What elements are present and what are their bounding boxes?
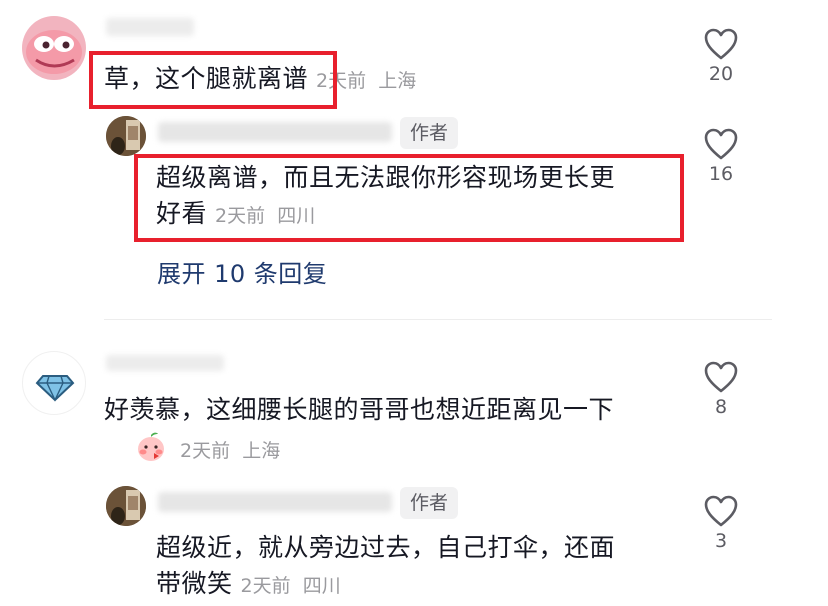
- like-count: 3: [714, 530, 728, 552]
- author-avatar[interactable]: [106, 116, 146, 156]
- heart-outline-icon: [704, 128, 738, 160]
- username-blurred[interactable]: [106, 18, 194, 36]
- username-blurred[interactable]: [106, 355, 224, 371]
- like-button[interactable]: 3: [691, 494, 751, 552]
- author-avatar[interactable]: [106, 486, 146, 526]
- like-count: 20: [708, 63, 734, 85]
- reply-meta: 2天前 四川: [240, 575, 341, 597]
- avatar-diamond[interactable]: [22, 351, 86, 415]
- peach-face-emoji: [134, 430, 168, 464]
- highlight-box: [134, 154, 684, 242]
- author-name-blurred[interactable]: [158, 122, 392, 142]
- like-count: 8: [714, 396, 728, 418]
- like-button[interactable]: 8: [691, 360, 751, 418]
- heart-outline-icon: [704, 28, 738, 60]
- peach-emoji-icon: [138, 432, 164, 461]
- like-count: 16: [708, 163, 734, 185]
- divider: [104, 319, 772, 320]
- heart-outline-icon: [704, 361, 738, 393]
- author-avatar-icon: [106, 116, 146, 156]
- pink-frog-icon: [26, 30, 82, 74]
- diamond-icon: [35, 375, 75, 402]
- author-tag: 作者: [400, 117, 459, 149]
- comment-meta: 2天前 上海: [180, 440, 281, 462]
- author-tag: 作者: [400, 487, 459, 519]
- author-avatar-icon: [106, 486, 146, 526]
- expand-replies-link[interactable]: 展开 10 条回复: [157, 254, 327, 289]
- comment-text: 好羡慕，这细腰长腿的哥哥也想近距离见一下: [104, 395, 615, 424]
- like-button[interactable]: 20: [691, 27, 751, 85]
- author-name-blurred[interactable]: [158, 492, 392, 512]
- heart-outline-icon: [704, 495, 738, 527]
- like-button[interactable]: 16: [691, 127, 751, 185]
- comment-meta-row: 2天前 上海: [172, 431, 280, 469]
- highlight-box: [89, 51, 337, 109]
- avatar-pink-frog[interactable]: [22, 16, 86, 80]
- reply-text: 超级近，就从旁边过去，自己打伞，还面 带微笑 2天前 四川: [156, 533, 616, 598]
